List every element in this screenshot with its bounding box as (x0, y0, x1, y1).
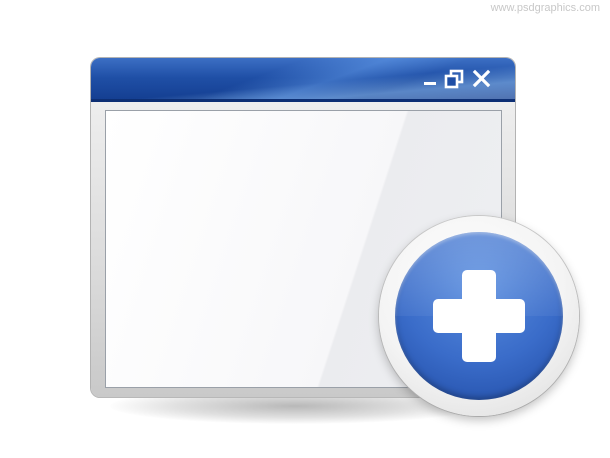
titlebar-border (91, 99, 515, 102)
add-button[interactable] (379, 216, 579, 416)
window-titlebar[interactable] (91, 58, 515, 102)
minimize-button[interactable] (419, 69, 441, 89)
close-button[interactable] (471, 69, 493, 89)
add-button-circle (395, 232, 563, 400)
restore-button[interactable] (443, 69, 465, 89)
minimize-icon (424, 82, 436, 85)
restore-icon (444, 69, 464, 89)
watermark-text: www.psdgraphics.com (490, 2, 600, 14)
plus-icon (433, 270, 525, 362)
close-icon (472, 69, 491, 88)
